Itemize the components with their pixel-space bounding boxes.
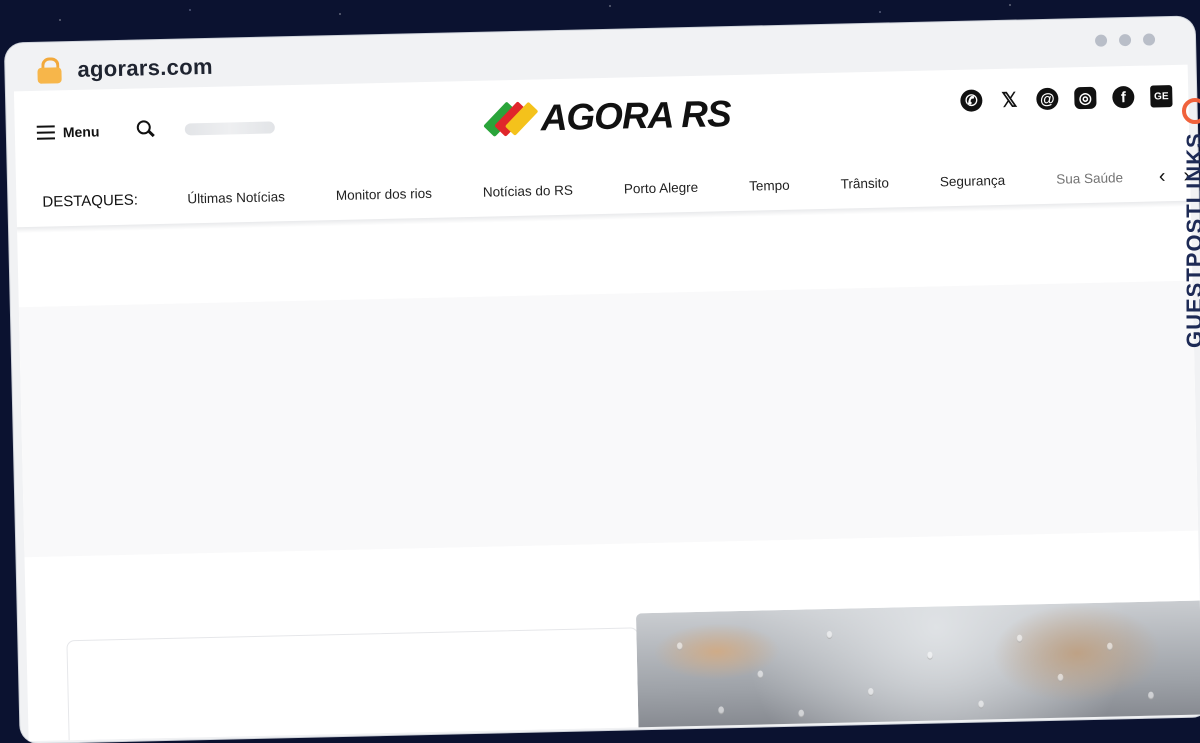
menu-label: Menu [62, 123, 100, 141]
nav-item-sua-saude[interactable]: Sua Saúde [1056, 170, 1123, 187]
lock-icon [37, 57, 62, 84]
loading-placeholder [184, 121, 275, 136]
menu-button[interactable]: Menu [36, 123, 100, 141]
social-links: ✆ 𝕏 @ ◎ f GE [960, 85, 1173, 112]
nav-item-ultimas-noticias[interactable]: Últimas Notícias [187, 189, 285, 206]
hamburger-icon [36, 125, 56, 140]
link-chain-icon [1182, 98, 1200, 125]
news-card[interactable] [66, 627, 642, 742]
browser-window: agorars.com Menu AGORA RS ✆ 𝕏 @ ◎ f GE D… [0, 0, 1200, 743]
logo-mark-icon [483, 96, 539, 143]
ad-placeholder-band [18, 280, 1199, 558]
window-dot-icon[interactable] [1142, 33, 1156, 46]
google-news-icon[interactable]: GE [1150, 85, 1173, 108]
highlights-list: Últimas Notícias Monitor dos rios Notíci… [187, 169, 1174, 206]
nav-item-transito[interactable]: Trânsito [841, 175, 890, 191]
browser-frame: agorars.com Menu AGORA RS ✆ 𝕏 @ ◎ f GE D… [4, 16, 1200, 743]
nav-item-noticias-do-rs[interactable]: Notícias do RS [483, 182, 573, 199]
whatsapp-icon[interactable]: ✆ [960, 89, 983, 112]
chevron-left-icon[interactable]: ‹ [1159, 165, 1166, 188]
watermark: GUESTPOSTLINKS [1182, 98, 1200, 348]
nav-item-monitor-dos-rios[interactable]: Monitor dos rios [336, 185, 432, 202]
logo-text: AGORA RS [540, 93, 732, 139]
highlights-label: DESTAQUES: [42, 191, 139, 211]
threads-icon[interactable]: @ [1036, 87, 1059, 111]
instagram-icon[interactable]: ◎ [1074, 86, 1097, 110]
facebook-icon[interactable]: f [1112, 85, 1135, 109]
nav-item-seguranca[interactable]: Segurança [940, 172, 1006, 188]
x-icon[interactable]: 𝕏 [998, 88, 1020, 111]
window-dot-icon[interactable] [1118, 33, 1132, 47]
window-controls [1094, 33, 1156, 47]
window-dot-icon[interactable] [1094, 34, 1108, 47]
watermark-text: GUESTPOSTLINKS [1182, 132, 1200, 348]
site-logo[interactable]: AGORA RS [483, 91, 732, 143]
featured-image[interactable] [635, 600, 1200, 742]
web-page: Menu AGORA RS ✆ 𝕏 @ ◎ f GE DESTAQUES: Úl… [13, 64, 1200, 742]
nav-item-tempo[interactable]: Tempo [749, 177, 790, 193]
url-text[interactable]: agorars.com [77, 54, 213, 83]
search-icon[interactable] [135, 118, 157, 140]
nav-item-porto-alegre[interactable]: Porto Alegre [624, 179, 699, 196]
